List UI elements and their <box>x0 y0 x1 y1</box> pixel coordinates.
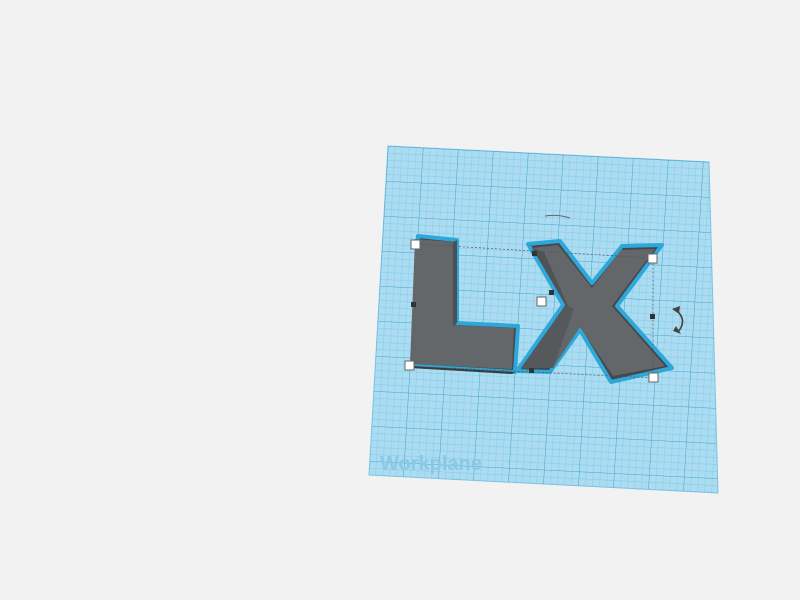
edge-handle-right[interactable] <box>650 314 655 319</box>
edge-handle-left[interactable] <box>411 302 416 307</box>
scene-svg: Workplane <box>368 145 719 494</box>
resize-handle-bottom-right[interactable] <box>648 372 659 383</box>
workplane-label: Workplane <box>380 453 482 475</box>
edge-handle-mid[interactable] <box>549 290 554 295</box>
resize-handle-bottom-left[interactable] <box>404 360 415 371</box>
3d-viewport[interactable]: Workplane <box>0 0 800 600</box>
resize-handle-top-left[interactable] <box>410 239 421 250</box>
edge-handle-top[interactable] <box>532 251 537 256</box>
edge-handle-bottom[interactable] <box>529 368 534 373</box>
resize-handle-top-right[interactable] <box>647 253 658 264</box>
resize-handle-center[interactable] <box>536 296 547 307</box>
